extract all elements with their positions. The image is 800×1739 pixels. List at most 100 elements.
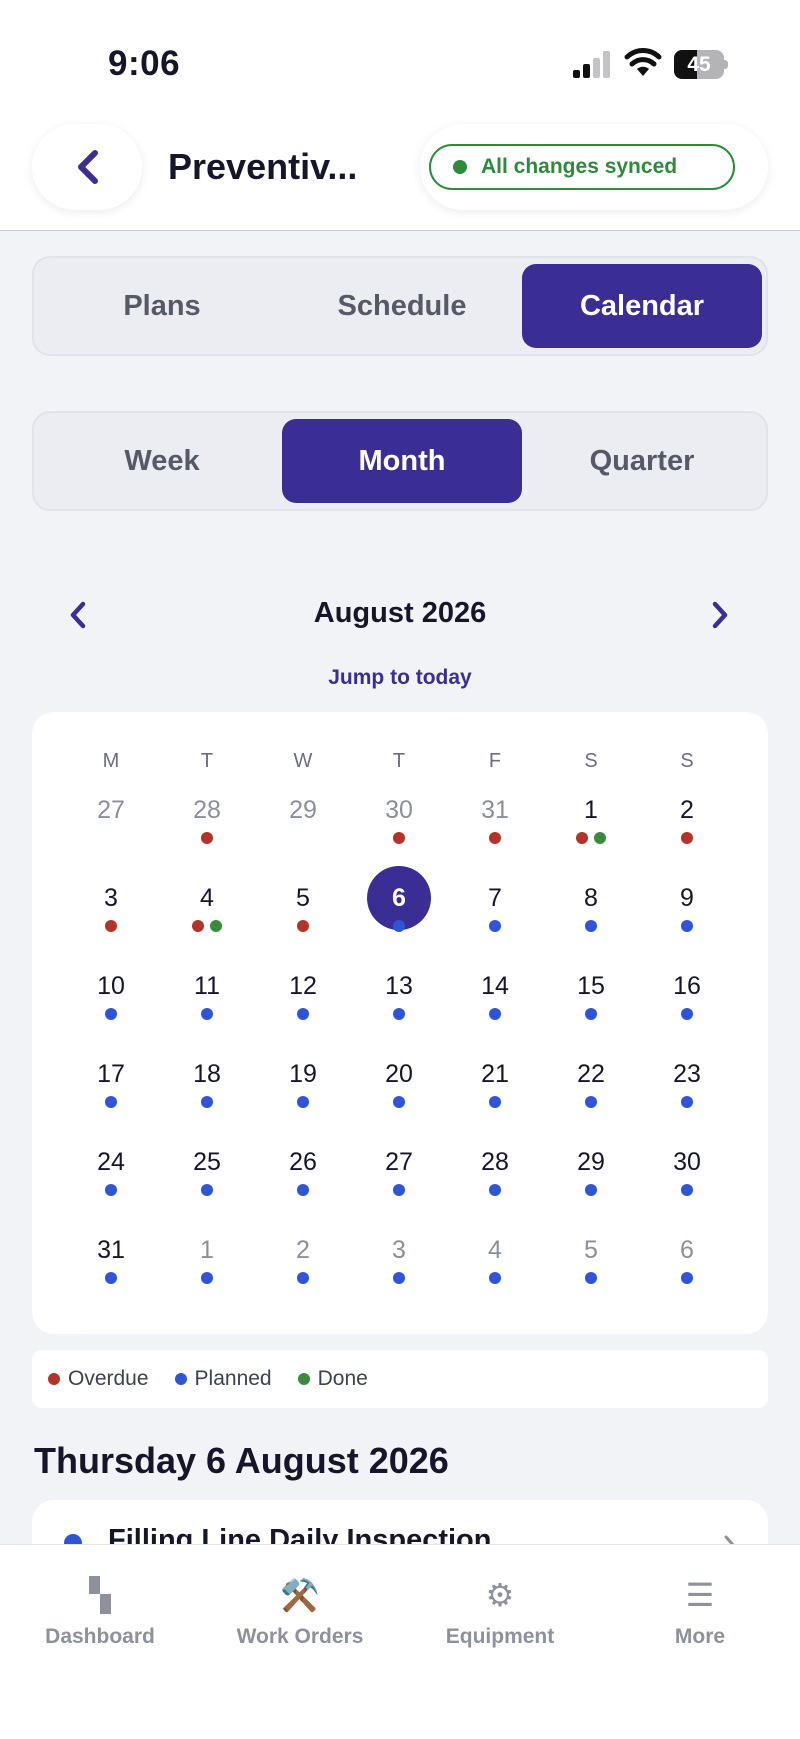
calendar-day[interactable]: 5	[551, 1232, 631, 1312]
day-number: 23	[673, 1060, 701, 1088]
weekday-header: T	[392, 750, 406, 772]
gear-icon: ⚙	[485, 1577, 515, 1613]
next-month-button[interactable]	[690, 585, 750, 645]
calendar-day[interactable]: 31	[71, 1232, 151, 1312]
event-dots	[359, 920, 439, 932]
planned-dot	[201, 1272, 213, 1284]
calendar-day[interactable]: 10	[71, 968, 151, 1048]
hammer-wrench-icon: ⚒️	[280, 1577, 320, 1613]
tab-equipment[interactable]: ⚙ Equipment	[400, 1545, 600, 1665]
tab-calendar[interactable]: Calendar	[522, 264, 762, 348]
status-time: 9:06	[108, 44, 181, 83]
calendar-day[interactable]: 20	[359, 1056, 439, 1136]
calendar-day[interactable]: 1	[167, 1232, 247, 1312]
calendar-day[interactable]: 27	[359, 1144, 439, 1224]
tab-dashboard-label: Dashboard	[45, 1625, 155, 1648]
bottom-tab-bar: Dashboard ⚒️ Work Orders ⚙ Equipment ☰ M…	[0, 1544, 800, 1739]
calendar-day[interactable]: 6	[647, 1232, 727, 1312]
legend-item-planned: Planned	[174, 1367, 272, 1391]
calendar-day[interactable]: 28	[167, 792, 247, 872]
calendar-day[interactable]: 16	[647, 968, 727, 1048]
view-segmented-control: Plans Schedule Calendar	[32, 256, 768, 356]
calendar-day[interactable]: 19	[263, 1056, 343, 1136]
calendar-day[interactable]: 12	[263, 968, 343, 1048]
calendar-day[interactable]: 27	[71, 792, 151, 872]
tab-equipment-label: Equipment	[445, 1625, 555, 1648]
planned-dot	[585, 1096, 597, 1108]
day-number: 14	[481, 972, 509, 1000]
day-number: 6	[680, 1236, 694, 1264]
tab-month[interactable]: Month	[282, 419, 522, 503]
calendar-day[interactable]: 31	[455, 792, 535, 872]
calendar-day[interactable]: 2	[647, 792, 727, 872]
calendar-day[interactable]: 29	[263, 792, 343, 872]
range-segmented-control: Week Month Quarter	[32, 411, 768, 511]
back-button[interactable]	[32, 124, 142, 210]
calendar-day[interactable]: 18	[167, 1056, 247, 1136]
calendar-day[interactable]: 2	[263, 1232, 343, 1312]
calendar-day[interactable]: 28	[455, 1144, 535, 1224]
jump-to-today-link[interactable]: Jump to today	[0, 666, 800, 690]
event-dots	[551, 920, 631, 932]
event-dots	[551, 832, 631, 844]
planned-dot	[174, 1373, 187, 1385]
calendar-day[interactable]: 4	[455, 1232, 535, 1312]
event-dots	[359, 1272, 439, 1284]
calendar-day[interactable]: 8	[551, 880, 631, 960]
day-number: 28	[193, 796, 221, 824]
event-dots	[359, 1096, 439, 1108]
event-dots	[71, 1272, 151, 1284]
planned-dot	[105, 1008, 117, 1020]
calendar-day[interactable]: 9	[647, 880, 727, 960]
page-title: Preventiv...	[168, 146, 358, 187]
calendar-day[interactable]: 25	[167, 1144, 247, 1224]
calendar-day[interactable]: 13	[359, 968, 439, 1048]
calendar-day[interactable]: 1	[551, 792, 631, 872]
overdue-dot	[105, 920, 117, 932]
day-number: 25	[193, 1148, 221, 1176]
calendar-day[interactable]: 3	[71, 880, 151, 960]
event-dots	[167, 1096, 247, 1108]
calendar-day[interactable]: 26	[263, 1144, 343, 1224]
tab-dashboard[interactable]: Dashboard	[0, 1545, 200, 1665]
month-navigation: August 2026	[0, 585, 800, 645]
day-number: 1	[584, 796, 598, 824]
calendar-day[interactable]: 30	[647, 1144, 727, 1224]
calendar-day[interactable]: 29	[551, 1144, 631, 1224]
tab-plans[interactable]: Plans	[42, 264, 282, 348]
calendar-day[interactable]: 22	[551, 1056, 631, 1136]
cellular-signal-icon	[573, 51, 610, 78]
day-number: 2	[296, 1236, 310, 1264]
calendar-day[interactable]: 21	[455, 1056, 535, 1136]
calendar-day[interactable]: 4	[167, 880, 247, 960]
calendar-day-today[interactable]: 6	[359, 866, 439, 960]
planned-dot	[297, 1184, 309, 1196]
calendar-day[interactable]: 30	[359, 792, 439, 872]
day-number: 5	[296, 884, 310, 912]
calendar-day[interactable]: 15	[551, 968, 631, 1048]
event-dots	[455, 1008, 535, 1020]
calendar-day[interactable]: 3	[359, 1232, 439, 1312]
calendar-day[interactable]: 23	[647, 1056, 727, 1136]
tab-schedule[interactable]: Schedule	[282, 264, 522, 348]
planned-dot	[489, 1096, 501, 1108]
event-dots	[71, 1184, 151, 1196]
event-dots	[167, 1184, 247, 1196]
calendar-day[interactable]: 17	[71, 1056, 151, 1136]
calendar-day[interactable]: 7	[455, 880, 535, 960]
tab-week[interactable]: Week	[42, 419, 282, 503]
tab-quarter[interactable]: Quarter	[522, 419, 762, 503]
calendar-day[interactable]: 24	[71, 1144, 151, 1224]
tab-more[interactable]: ☰ More	[600, 1545, 800, 1665]
event-dots	[551, 1008, 631, 1020]
legend-label: Overdue	[68, 1367, 149, 1390]
calendar-day[interactable]: 14	[455, 968, 535, 1048]
calendar-day[interactable]: 11	[167, 968, 247, 1048]
calendar-day[interactable]: 5	[263, 880, 343, 960]
tab-work-orders[interactable]: ⚒️ Work Orders	[200, 1545, 400, 1665]
planned-dot	[585, 1184, 597, 1196]
day-number: 8	[584, 884, 598, 912]
day-number: 7	[488, 884, 502, 912]
status-bar: 9:06 45	[0, 0, 800, 120]
tab-work-orders-label: Work Orders	[236, 1625, 364, 1648]
